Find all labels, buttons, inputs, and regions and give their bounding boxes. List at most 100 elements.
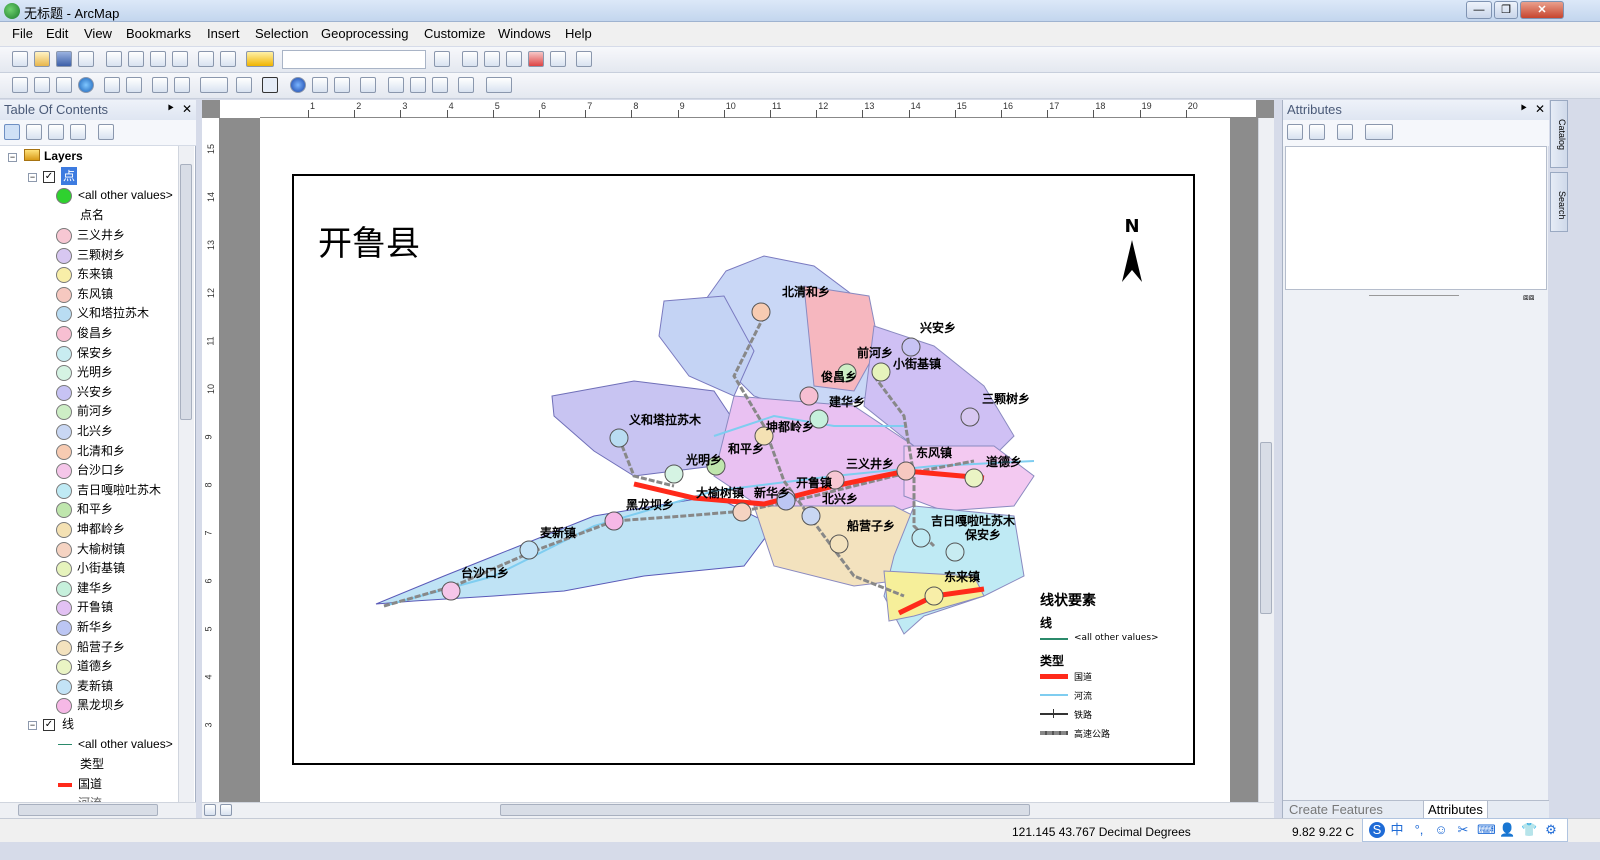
point-layer-name[interactable]: 点 xyxy=(61,167,78,185)
back-extent-icon[interactable] xyxy=(152,77,168,93)
copy-icon[interactable] xyxy=(128,51,144,67)
identify-icon[interactable] xyxy=(290,77,306,93)
select-features-icon[interactable] xyxy=(200,77,228,93)
ime-screenshot-icon[interactable]: ✂ xyxy=(1455,822,1471,838)
attributes-splitter[interactable] xyxy=(1369,295,1459,296)
line-class-river[interactable]: 河流 xyxy=(78,794,102,802)
measure-icon[interactable] xyxy=(360,77,376,93)
layout-vertical-scrollbar[interactable] xyxy=(1258,118,1274,802)
full-extent-icon[interactable] xyxy=(78,77,94,93)
toc-close-icon[interactable]: ✕ xyxy=(182,102,192,116)
clear-selection-icon[interactable] xyxy=(236,77,252,93)
ime-user-icon[interactable]: 👤 xyxy=(1499,822,1515,838)
create-viewer-icon[interactable] xyxy=(486,77,512,93)
toc-horizontal-scrollbar[interactable] xyxy=(0,802,196,818)
town-circle[interactable] xyxy=(945,542,965,562)
redo-icon[interactable] xyxy=(220,51,236,67)
map-frame[interactable]: 开鲁县 北清和乡 兴安乡 前河乡 小街基镇 俊昌乡 三颗树乡 建华乡 义和塔拉苏… xyxy=(292,174,1195,765)
town-circle[interactable] xyxy=(960,407,980,427)
attributes-options-icon[interactable] xyxy=(1365,124,1393,140)
tab-attributes[interactable]: Attributes xyxy=(1423,801,1488,819)
list-by-selection-icon[interactable] xyxy=(70,124,86,140)
point-class-label[interactable]: 开鲁镇 xyxy=(77,598,113,616)
attributes-sort-icon[interactable] xyxy=(1309,124,1325,140)
go-to-xy-icon[interactable] xyxy=(432,77,448,93)
find-icon[interactable] xyxy=(388,77,404,93)
attributes-close-icon[interactable]: ✕ xyxy=(1535,102,1545,116)
layers-label[interactable]: Layers xyxy=(44,147,83,165)
list-by-visibility-icon[interactable] xyxy=(48,124,64,140)
find-route-icon[interactable] xyxy=(410,77,426,93)
list-by-source-icon[interactable] xyxy=(26,124,42,140)
town-circle[interactable] xyxy=(901,337,921,357)
menu-customize[interactable]: Customize xyxy=(424,26,485,41)
point-class-label[interactable]: 吉日嘎啦吐苏木 xyxy=(77,481,161,499)
town-circle[interactable] xyxy=(441,581,461,601)
attributes-pin-icon[interactable]: ⯈ xyxy=(1519,103,1528,116)
point-class-label[interactable]: 大榆树镇 xyxy=(77,540,125,558)
town-circle[interactable] xyxy=(604,511,624,531)
html-popup-icon[interactable] xyxy=(334,77,350,93)
layout-view[interactable]: 1 2 3 4 5 6 7 8 9 10 11 12 13 14 15 16 17 18 19 20 15 14 13 12… xyxy=(202,100,1274,818)
point-layer-checkbox[interactable]: ✓ xyxy=(43,171,55,183)
print-icon[interactable] xyxy=(78,51,94,67)
python-window-icon[interactable] xyxy=(550,51,566,67)
ime-skin-icon[interactable]: 👕 xyxy=(1521,822,1537,838)
hyperlink-icon[interactable] xyxy=(312,77,328,93)
town-circle[interactable] xyxy=(732,502,752,522)
point-class-label[interactable]: 麦新镇 xyxy=(77,677,113,695)
ime-keyboard-icon[interactable]: ⌨ xyxy=(1477,822,1496,838)
layout-vscroll-thumb[interactable] xyxy=(1260,442,1272,614)
menu-insert[interactable]: Insert xyxy=(207,26,240,41)
ime-punctuation-icon[interactable]: °, xyxy=(1411,822,1427,838)
point-class-label[interactable]: 新华乡 xyxy=(77,618,113,636)
add-data-icon[interactable] xyxy=(246,51,274,67)
layout-hscroll-thumb[interactable] xyxy=(500,804,1030,816)
catalog-window-icon[interactable] xyxy=(484,51,500,67)
minimize-button[interactable]: — xyxy=(1466,1,1492,19)
arctoolbox-icon[interactable] xyxy=(528,51,544,67)
toc-pin-icon[interactable]: ⯈ xyxy=(166,103,175,116)
point-class-label[interactable]: 东来镇 xyxy=(77,265,113,283)
point-class-label[interactable]: 光明乡 xyxy=(77,363,113,381)
line-all-other-values[interactable]: <all other values> xyxy=(78,735,173,753)
ime-emoji-icon[interactable]: ☺ xyxy=(1433,822,1449,838)
toc-options-icon[interactable] xyxy=(98,124,114,140)
town-circle[interactable] xyxy=(751,302,771,322)
search-window-icon[interactable] xyxy=(506,51,522,67)
point-class-label[interactable]: 保安乡 xyxy=(77,344,113,362)
time-slider-icon[interactable] xyxy=(458,77,474,93)
point-class-label[interactable]: 兴安乡 xyxy=(77,383,113,401)
point-class-label[interactable]: 俊昌乡 xyxy=(77,324,113,342)
menu-windows[interactable]: Windows xyxy=(498,26,551,41)
point-class-label[interactable]: 北清和乡 xyxy=(77,442,125,460)
point-class-label[interactable]: 前河乡 xyxy=(77,402,113,420)
toc-vertical-scrollbar[interactable] xyxy=(178,146,194,802)
menu-file[interactable]: File xyxy=(12,26,33,41)
search-tab[interactable]: Search xyxy=(1550,172,1568,232)
point-class-label[interactable]: 小街基镇 xyxy=(77,559,125,577)
town-circle[interactable] xyxy=(871,362,891,382)
menu-geoprocessing[interactable]: Geoprocessing xyxy=(321,26,408,41)
cut-icon[interactable] xyxy=(106,51,122,67)
ime-logo-icon[interactable]: S xyxy=(1369,822,1385,838)
legend-heading[interactable]: 线状要素 xyxy=(1040,590,1096,610)
point-class-label[interactable]: 三义井乡 xyxy=(77,226,125,244)
point-all-other-values[interactable]: <all other values> xyxy=(78,186,173,204)
town-circle[interactable] xyxy=(799,386,819,406)
tab-create-features[interactable]: Create Features xyxy=(1289,802,1383,817)
attributes-related-icon[interactable] xyxy=(1337,124,1353,140)
paste-icon[interactable] xyxy=(150,51,166,67)
layout-view-button-icon[interactable] xyxy=(220,804,232,816)
town-circle[interactable] xyxy=(609,428,629,448)
toc-hscroll-thumb[interactable] xyxy=(18,804,158,816)
undo-icon[interactable] xyxy=(198,51,214,67)
data-view-button-icon[interactable] xyxy=(204,804,216,816)
close-button[interactable]: ✕ xyxy=(1520,1,1564,19)
point-class-label[interactable]: 北兴乡 xyxy=(77,422,113,440)
menu-view[interactable]: View xyxy=(84,26,112,41)
point-class-label[interactable]: 和平乡 xyxy=(77,500,113,518)
line-layer-name[interactable]: 线 xyxy=(62,715,74,733)
toc-scroll-thumb[interactable] xyxy=(180,164,192,420)
town-circle[interactable] xyxy=(896,461,916,481)
